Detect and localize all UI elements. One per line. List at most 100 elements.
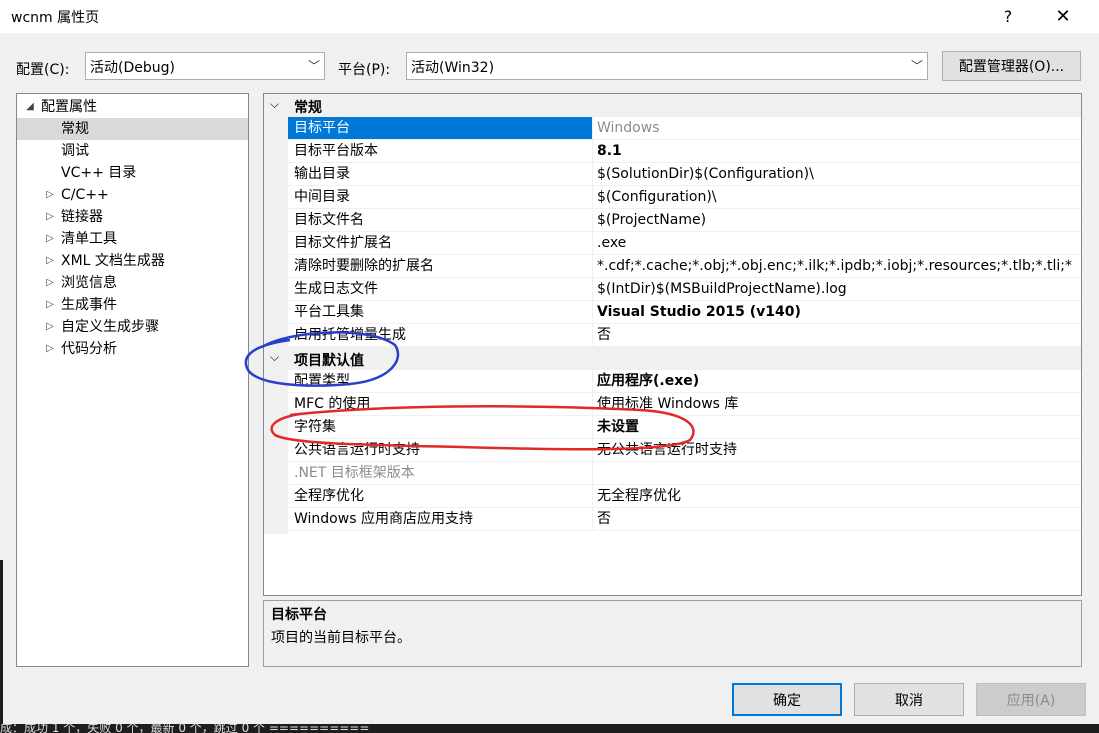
tree-item[interactable]: ▷ 自定义生成步骤 [17,316,248,338]
property-row[interactable]: 目标文件扩展名 .exe [288,232,1081,255]
property-name: 清除时要删除的扩展名 [288,255,593,277]
property-value[interactable]: .exe [593,232,1081,254]
tree-root-label: 配置属性 [41,99,97,115]
property-value[interactable] [593,462,1081,484]
property-value[interactable]: 8.1 [593,140,1081,162]
property-value[interactable]: 应用程序(.exe) [593,370,1081,392]
tree-item[interactable]: VC++ 目录 [17,162,248,184]
collapsed-triangle-icon[interactable]: ▷ [43,228,57,250]
tree-item[interactable]: ▷ 代码分析 [17,338,248,360]
window-title: wcnm 属性页 [11,10,100,26]
background-edge [0,560,3,724]
property-row[interactable]: 生成日志文件 $(IntDir)$(MSBuildProjectName).log [288,278,1081,301]
category-defaults[interactable]: ⌵ 项目默认值 [264,347,1081,370]
property-name: 目标平台版本 [288,140,593,162]
description-title: 目标平台 [271,607,327,623]
tree-item[interactable]: ▷ 链接器 [17,206,248,228]
property-row[interactable]: Windows 应用商店应用支持否 [288,508,1081,531]
ok-button[interactable]: 确定 [732,683,842,716]
tree-item-label: C/C++ [61,187,109,203]
description-panel: 目标平台 项目的当前目标平台。 [263,600,1082,667]
property-name: Windows 应用商店应用支持 [288,508,593,530]
property-pages-dialog: wcnm 属性页 ? ✕ 配置(C): 活动(Debug) ﹀ 平台(P): 活… [0,0,1099,733]
tree-item[interactable]: 调试 [17,140,248,162]
property-name: MFC 的使用 [288,393,593,415]
config-manager-button[interactable]: 配置管理器(O)... [942,51,1081,81]
property-row[interactable]: 公共语言运行时支持 无公共语言运行时支持 [288,439,1081,462]
tree-item[interactable]: ▷ XML 文档生成器 [17,250,248,272]
tree-item-label: 代码分析 [61,341,117,357]
background-output-text: 成：成功 1 个，失败 0 个，最新 0 个，跳过 0 个 ========== [0,724,1099,733]
cancel-button[interactable]: 取消 [854,683,964,716]
help-icon[interactable]: ? [985,0,1031,32]
property-value[interactable]: *.cdf;*.cache;*.obj;*.obj.enc;*.ilk;*.ip… [593,255,1081,277]
property-row[interactable]: 全程序优化 无全程序优化 [288,485,1081,508]
property-value[interactable]: Windows [593,117,1081,139]
tree-item-label: XML 文档生成器 [61,253,165,269]
tree-item-label: 链接器 [61,209,103,225]
property-value[interactable]: Visual Studio 2015 (v140) [593,301,1081,323]
property-value[interactable]: 未设置 [593,416,1081,438]
tree-item[interactable]: ▷ 浏览信息 [17,272,248,294]
property-name: 目标文件扩展名 [288,232,593,254]
background-text: 成：成功 1 个，失败 0 个，最新 0 个，跳过 0 个 ========== [0,724,370,733]
collapsed-triangle-icon[interactable]: ▷ [43,184,57,206]
property-value[interactable]: 无全程序优化 [593,485,1081,507]
property-row[interactable]: 配置类型 应用程序(.exe) [288,370,1081,393]
tree-item[interactable]: ▷ 清单工具 [17,228,248,250]
close-icon[interactable]: ✕ [1040,0,1086,32]
platform-combo[interactable]: 活动(Win32) ﹀ [406,52,928,80]
property-row[interactable]: 目标平台 Windows [288,117,1081,140]
tree-item[interactable]: ▷ C/C++ [17,184,248,206]
apply-button[interactable]: 应用(A) [976,683,1086,716]
property-name: 中间目录 [288,186,593,208]
property-name: 平台工具集 [288,301,593,323]
collapsed-triangle-icon[interactable]: ▷ [43,206,57,228]
property-value[interactable]: $(SolutionDir)$(Configuration)\ [593,163,1081,185]
title-bar: wcnm 属性页 ? ✕ [0,0,1099,33]
property-value[interactable]: $(ProjectName) [593,209,1081,231]
property-row[interactable]: MFC 的使用 使用标准 Windows 库 [288,393,1081,416]
tree-item-label: 浏览信息 [61,275,117,291]
config-value: 活动(Debug) [90,60,175,76]
chevron-down-icon: ﹀ [307,59,320,73]
collapsed-triangle-icon[interactable]: ▷ [43,316,57,338]
collapsed-triangle-icon[interactable]: ▷ [43,338,57,360]
property-row[interactable]: 清除时要删除的扩展名 *.cdf;*.cache;*.obj;*.obj.enc;… [288,255,1081,278]
property-name: 启用托管增量生成 [288,324,593,346]
property-row[interactable]: 字符集 未设置 [288,416,1081,439]
property-row[interactable]: .NET 目标框架版本 [288,462,1081,485]
property-value[interactable]: 无公共语言运行时支持 [593,439,1081,461]
property-name: 输出目录 [288,163,593,185]
collapsed-triangle-icon[interactable]: ▷ [43,272,57,294]
tree-root[interactable]: ◢ 配置属性 [17,96,248,118]
property-name: 目标文件名 [288,209,593,231]
category-general[interactable]: ⌵ 常规 [264,94,1081,117]
property-row[interactable]: 启用托管增量生成否 [288,324,1081,347]
grid-gutter [264,94,288,534]
property-row[interactable]: 目标文件名 $(ProjectName) [288,209,1081,232]
property-row[interactable]: 目标平台版本 8.1 [288,140,1081,163]
property-row[interactable]: 输出目录 $(SolutionDir)$(Configuration)\ [288,163,1081,186]
expanded-triangle-icon: ◢ [26,101,34,112]
collapsed-triangle-icon[interactable]: ▷ [43,294,57,316]
property-row[interactable]: 平台工具集 Visual Studio 2015 (v140) [288,301,1081,324]
tree-item[interactable]: ▷ 生成事件 [17,294,248,316]
tree-item-label: 自定义生成步骤 [61,319,159,335]
property-name: 字符集 [288,416,593,438]
property-value[interactable]: 否 [593,508,1081,530]
tree-item[interactable]: 常规 [17,118,248,140]
property-row[interactable]: 中间目录 $(Configuration)\ [288,186,1081,209]
property-value[interactable]: 使用标准 Windows 库 [593,393,1081,415]
config-combo[interactable]: 活动(Debug) ﹀ [85,52,325,80]
chevron-down-icon: ⌵ [270,350,280,364]
property-name: 全程序优化 [288,485,593,507]
chevron-down-icon: ﹀ [910,59,923,73]
property-value[interactable]: 否 [593,324,1081,346]
property-value[interactable]: $(Configuration)\ [593,186,1081,208]
property-grid: ⌵ 常规 目标平台 Windows 目标平台版本 8.1 输出目录 $(SolutionD… [263,93,1082,596]
collapsed-triangle-icon[interactable]: ▷ [43,250,57,272]
property-name: 生成日志文件 [288,278,593,300]
property-value[interactable]: $(IntDir)$(MSBuildProjectName).log [593,278,1081,300]
description-text: 项目的当前目标平台。 [271,630,411,646]
